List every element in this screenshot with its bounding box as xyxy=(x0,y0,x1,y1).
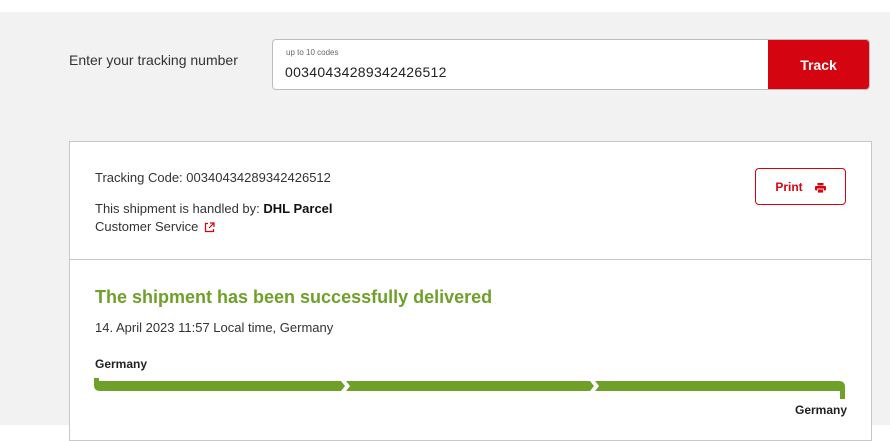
tracking-code-line: Tracking Code: 00340434289342426512 xyxy=(95,170,331,185)
print-button-label[interactable]: Print xyxy=(775,180,802,194)
shipment-card-header: Tracking Code: 00340434289342426512 This… xyxy=(70,142,871,260)
progress-segment-3 xyxy=(595,381,845,399)
progress-track xyxy=(94,378,845,399)
external-link-icon[interactable] xyxy=(204,221,215,233)
origin-country: Germany xyxy=(95,357,148,371)
progress-segment-2 xyxy=(346,381,594,391)
shipment-progress-bar xyxy=(94,378,845,399)
handled-by-carrier: DHL Parcel xyxy=(263,201,333,216)
print-button[interactable]: Print xyxy=(755,168,846,205)
shipment-card: Tracking Code: 00340434289342426512 This… xyxy=(69,141,872,441)
customer-service-label[interactable]: Customer Service xyxy=(95,219,198,234)
delivery-timestamp: 14. April 2023 11:57 Local time, Germany xyxy=(95,320,334,335)
tracking-code-label: Tracking Code: xyxy=(95,170,183,185)
delivery-status-title: The shipment has been successfully deliv… xyxy=(95,287,493,307)
progress-segment-1 xyxy=(94,378,345,391)
track-button[interactable]: Track xyxy=(768,40,869,89)
tracking-input-hint: up to 10 codes xyxy=(286,48,339,57)
destination-country: Germany xyxy=(795,403,848,417)
customer-service-link[interactable]: Customer Service xyxy=(95,219,215,234)
tracking-input-label: Enter your tracking number xyxy=(69,52,238,68)
printer-icon[interactable] xyxy=(814,182,826,193)
handled-by-label: This shipment is handled by: xyxy=(95,201,260,216)
tracking-code-value: 00340434289342426512 xyxy=(186,170,331,185)
tracking-input-value[interactable]: 00340434289342426512 xyxy=(285,64,447,80)
handled-by-line: This shipment is handled by: DHL Parcel xyxy=(95,201,333,216)
tracking-input-field[interactable]: up to 10 codes 00340434289342426512 Trac… xyxy=(272,39,870,90)
